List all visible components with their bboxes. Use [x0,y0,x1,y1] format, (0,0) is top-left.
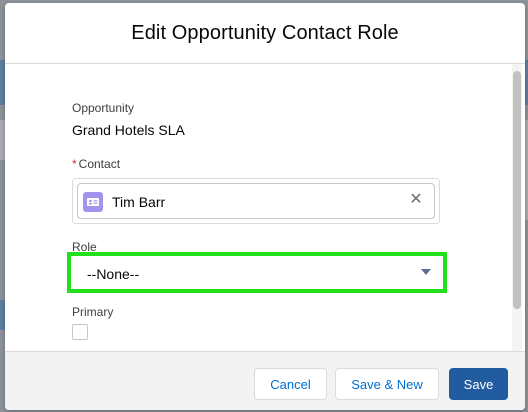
scrollbar-thumb[interactable] [513,71,521,309]
role-selected-value: --None-- [87,266,140,282]
contact-card-icon [83,192,103,212]
contact-lookup-field[interactable]: Tim Barr ✕ [72,178,440,224]
primary-checkbox[interactable] [72,324,88,340]
required-marker: * [72,157,77,171]
modal-header: Edit Opportunity Contact Role [5,3,525,64]
modal-footer: Cancel Save & New Save [5,351,525,410]
contact-pill[interactable]: Tim Barr ✕ [77,183,435,219]
contact-label-text: Contact [78,157,121,171]
close-icon[interactable]: ✕ [408,192,424,208]
contact-label: * Contact [72,157,120,171]
opportunity-label: Opportunity [72,101,135,115]
role-select[interactable]: --None-- [67,252,447,293]
caret-down-icon [421,269,431,275]
primary-label: Primary [72,305,114,319]
save-and-new-button[interactable]: Save & New [335,368,439,400]
opportunity-value: Grand Hotels SLA [72,122,185,138]
save-button[interactable]: Save [449,368,508,400]
modal-body: Opportunity Grand Hotels SLA * Contact Ti… [5,64,525,351]
modal-title: Edit Opportunity Contact Role [131,21,399,44]
cancel-button[interactable]: Cancel [254,368,327,400]
edit-contact-role-modal: Edit Opportunity Contact Role Opportunit… [5,3,525,410]
contact-value: Tim Barr [112,194,166,210]
